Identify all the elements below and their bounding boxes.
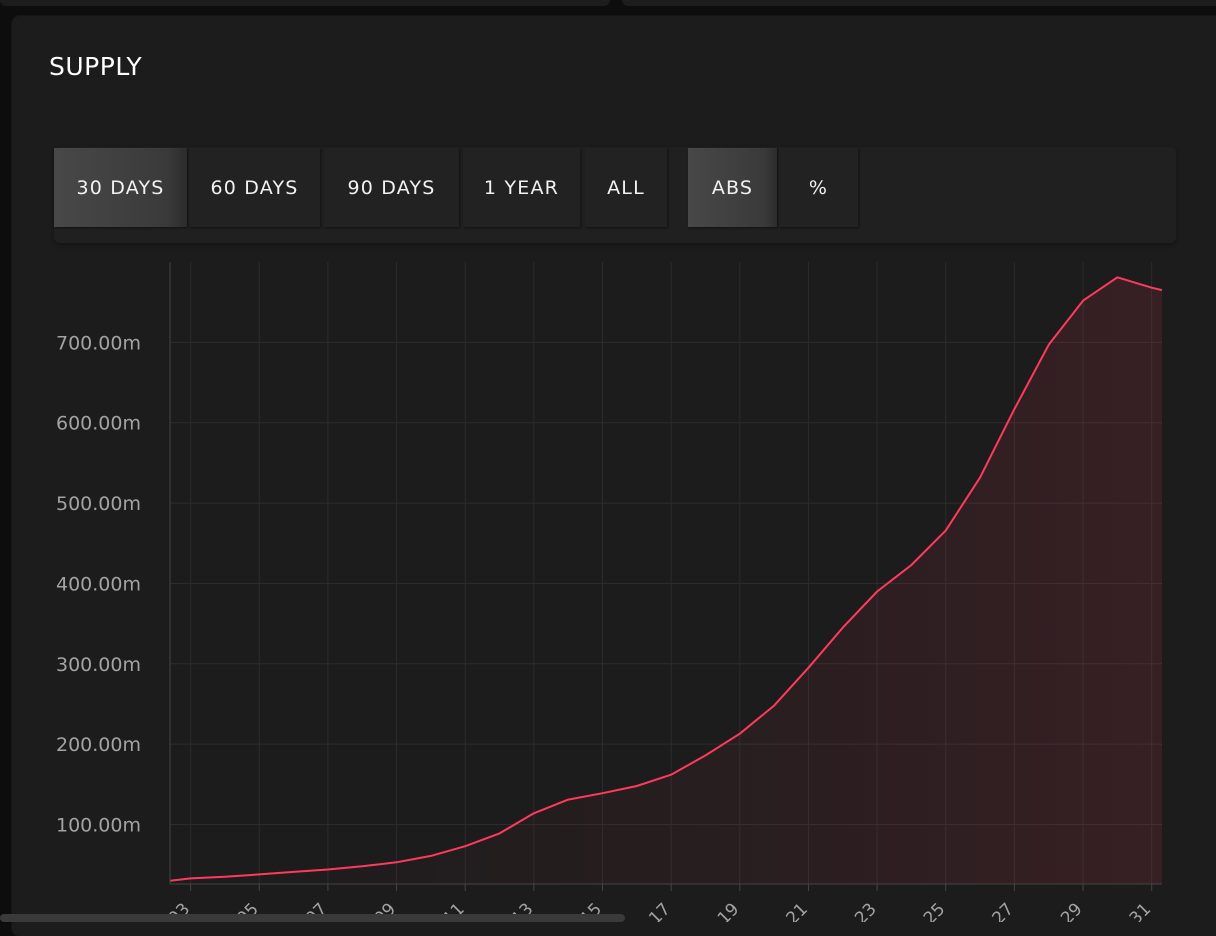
- y-tick-label: 100.00m: [56, 815, 141, 837]
- y-tick-label: 700.00m: [56, 332, 141, 354]
- y-axis-ticks: 100.00m 200.00m 300.00m 400.00m 500.00m 600.0…: [56, 332, 141, 836]
- supply-chart: 100.00m 200.00m 300.00m 400.00m 500.00m 600.0…: [0, 0, 1216, 922]
- x-tick-label: 17: [645, 899, 674, 922]
- y-tick-label: 500.00m: [56, 493, 141, 515]
- x-tick-label: 21: [783, 899, 812, 922]
- supply-area: [170, 277, 1162, 884]
- x-tick-label: 25: [920, 899, 949, 922]
- y-tick-label: 600.00m: [56, 413, 141, 435]
- x-tick-label: 19: [714, 899, 743, 922]
- x-tick-label: 29: [1057, 899, 1086, 922]
- x-tick-label: 23: [851, 899, 880, 922]
- y-tick-label: 200.00m: [56, 734, 141, 756]
- y-tick-label: 300.00m: [56, 654, 141, 676]
- horizontal-scrollbar[interactable]: [0, 914, 625, 922]
- x-tick-label: 27: [988, 899, 1017, 922]
- x-tick-label: 31: [1126, 899, 1155, 922]
- y-tick-label: 400.00m: [56, 573, 141, 595]
